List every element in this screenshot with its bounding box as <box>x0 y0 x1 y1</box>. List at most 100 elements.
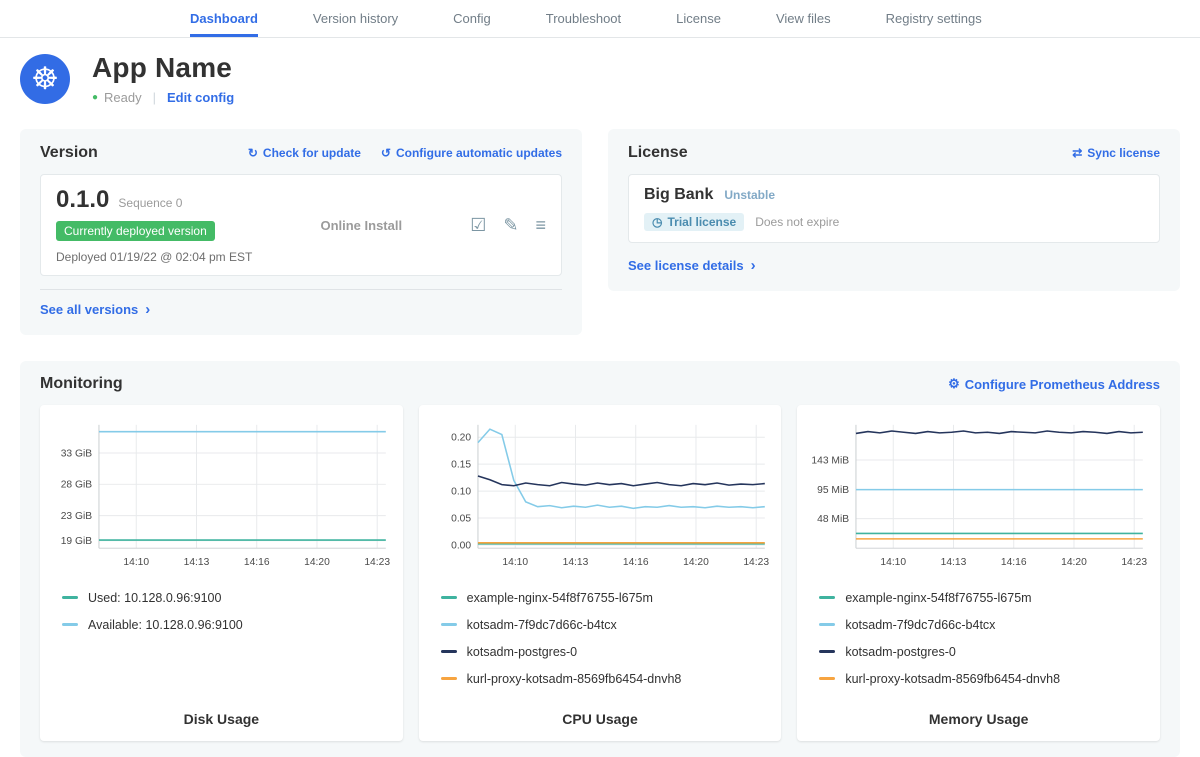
trial-license-label: Trial license <box>667 215 736 229</box>
disk-usage-legend: Used: 10.128.0.96:9100 Available: 10.128.… <box>62 578 389 645</box>
svg-text:14:10: 14:10 <box>881 557 907 568</box>
svg-text:14:23: 14:23 <box>364 557 390 568</box>
svg-text:14:23: 14:23 <box>743 557 769 568</box>
legend-item: Available: 10.128.0.96:9100 <box>62 618 389 632</box>
gear-icon: ⚙ <box>948 376 960 392</box>
app-status-text: Ready <box>104 90 142 105</box>
legend-swatch <box>819 596 835 599</box>
legend-label: kotsadm-7f9dc7d66c-b4tcx <box>467 618 617 632</box>
tab-troubleshoot[interactable]: Troubleshoot <box>546 0 621 37</box>
legend-label: example-nginx-54f8f76755-l675m <box>467 591 653 605</box>
see-license-details-link[interactable]: See license details › <box>628 257 756 274</box>
chevron-right-icon: › <box>751 257 756 274</box>
license-meta-row: ◷ Trial license Does not expire <box>644 213 1144 231</box>
svg-text:0.00: 0.00 <box>451 540 471 551</box>
cpu-usage-card: 14:1014:1314:1614:2014:230.000.050.100.1… <box>419 405 782 741</box>
monitoring-title: Monitoring <box>40 375 123 393</box>
sync-license-label: Sync license <box>1087 146 1160 160</box>
app-title: App Name <box>92 52 234 84</box>
version-number: 0.1.0 <box>56 186 109 214</box>
legend-item: example-nginx-54f8f76755-l675m <box>819 591 1146 605</box>
tab-config[interactable]: Config <box>453 0 491 37</box>
status-dot-icon: ● <box>92 92 98 103</box>
license-channel: Unstable <box>724 188 775 202</box>
svg-text:14:20: 14:20 <box>1061 557 1087 568</box>
svg-text:14:13: 14:13 <box>184 557 210 568</box>
svg-text:28 GiB: 28 GiB <box>61 480 93 491</box>
svg-text:0.10: 0.10 <box>451 487 471 498</box>
legend-swatch <box>819 677 835 680</box>
configure-automatic-updates-label: Configure automatic updates <box>396 146 562 160</box>
edit-config-link[interactable]: Edit config <box>167 90 234 105</box>
version-card-actions: ↻ Check for update ↺ Configure automatic… <box>248 146 562 160</box>
version-action-icons: ☑ ✎ ≡ <box>470 215 546 236</box>
cards-row: Version ↻ Check for update ↺ Configure a… <box>20 129 1180 335</box>
legend-label: kotsadm-postgres-0 <box>467 645 577 659</box>
tab-license[interactable]: License <box>676 0 721 37</box>
disk-usage-title: Disk Usage <box>50 705 393 731</box>
svg-text:0.15: 0.15 <box>451 460 471 471</box>
version-card: Version ↻ Check for update ↺ Configure a… <box>20 129 582 335</box>
configure-automatic-updates-link[interactable]: ↺ Configure automatic updates <box>381 146 562 160</box>
legend-label: example-nginx-54f8f76755-l675m <box>845 591 1031 605</box>
configure-prometheus-link[interactable]: ⚙ Configure Prometheus Address <box>948 376 1160 392</box>
tab-view-files[interactable]: View files <box>776 0 831 37</box>
trial-license-badge: ◷ Trial license <box>644 213 744 231</box>
top-nav: Dashboard Version history Config Trouble… <box>0 0 1200 38</box>
legend-swatch <box>62 623 78 626</box>
sync-license-link[interactable]: ⇄ Sync license <box>1072 146 1160 160</box>
preflight-checks-icon[interactable]: ☑ <box>470 215 486 236</box>
license-card-title: License <box>628 144 688 162</box>
svg-text:95 MiB: 95 MiB <box>817 485 849 496</box>
edit-version-config-icon[interactable]: ✎ <box>503 215 518 236</box>
check-for-update-link[interactable]: ↻ Check for update <box>248 146 361 160</box>
deployed-timestamp: Deployed 01/19/22 @ 02:04 pm EST <box>56 250 252 264</box>
charts-row: 14:1014:1314:1614:2014:2319 GiB23 GiB28 … <box>40 405 1160 741</box>
legend-label: kotsadm-postgres-0 <box>845 645 955 659</box>
monitoring-header: Monitoring ⚙ Configure Prometheus Addres… <box>40 375 1160 393</box>
legend-item: kotsadm-7f9dc7d66c-b4tcx <box>441 618 768 632</box>
svg-text:14:16: 14:16 <box>623 557 649 568</box>
svg-text:14:16: 14:16 <box>1001 557 1027 568</box>
configure-prometheus-label: Configure Prometheus Address <box>965 377 1160 392</box>
svg-text:0.20: 0.20 <box>451 433 471 444</box>
auto-update-icon: ↺ <box>381 146 391 160</box>
svg-text:143 MiB: 143 MiB <box>812 455 850 466</box>
legend-item: example-nginx-54f8f76755-l675m <box>441 591 768 605</box>
svg-text:33 GiB: 33 GiB <box>61 448 93 459</box>
legend-swatch <box>819 650 835 653</box>
legend-item: kurl-proxy-kotsadm-8569fb6454-dnvh8 <box>441 672 768 686</box>
legend-item: kotsadm-7f9dc7d66c-b4tcx <box>819 618 1146 632</box>
svg-text:0.05: 0.05 <box>451 513 471 524</box>
page-content: ☸ App Name ● Ready | Edit config Version… <box>0 52 1200 757</box>
disk-usage-card: 14:1014:1314:1614:2014:2319 GiB23 GiB28 … <box>40 405 403 741</box>
cpu-usage-title: CPU Usage <box>429 705 772 731</box>
see-all-versions-row: See all versions › <box>40 289 562 319</box>
memory-usage-legend: example-nginx-54f8f76755-l675m kotsadm-7f… <box>819 578 1146 699</box>
svg-text:14:20: 14:20 <box>304 557 330 568</box>
tab-registry-settings[interactable]: Registry settings <box>886 0 982 37</box>
chevron-right-icon: › <box>145 301 150 318</box>
tab-dashboard[interactable]: Dashboard <box>190 0 258 37</box>
svg-text:14:13: 14:13 <box>941 557 967 568</box>
license-card-header: License ⇄ Sync license <box>628 144 1160 162</box>
svg-text:14:13: 14:13 <box>562 557 588 568</box>
legend-label: kotsadm-7f9dc7d66c-b4tcx <box>845 618 995 632</box>
legend-item: Used: 10.128.0.96:9100 <box>62 591 389 605</box>
version-sequence: Sequence 0 <box>118 196 182 210</box>
svg-text:14:23: 14:23 <box>1122 557 1148 568</box>
see-all-versions-label: See all versions <box>40 302 138 317</box>
current-version-box: 0.1.0 Sequence 0 Currently deployed vers… <box>40 174 562 276</box>
tab-version-history[interactable]: Version history <box>313 0 398 37</box>
memory-usage-chart: 14:1014:1314:1614:2014:2348 MiB95 MiB143… <box>807 417 1150 572</box>
memory-usage-title: Memory Usage <box>807 705 1150 731</box>
version-card-header: Version ↻ Check for update ↺ Configure a… <box>40 144 562 162</box>
version-info: 0.1.0 Sequence 0 Currently deployed vers… <box>56 186 252 264</box>
legend-swatch <box>441 623 457 626</box>
install-type-label: Online Install <box>252 218 470 233</box>
legend-label: kurl-proxy-kotsadm-8569fb6454-dnvh8 <box>845 672 1060 686</box>
check-for-update-label: Check for update <box>263 146 361 160</box>
app-status-row: ● Ready | Edit config <box>92 90 234 105</box>
see-all-versions-link[interactable]: See all versions › <box>40 301 150 318</box>
deploy-logs-icon[interactable]: ≡ <box>535 215 546 236</box>
